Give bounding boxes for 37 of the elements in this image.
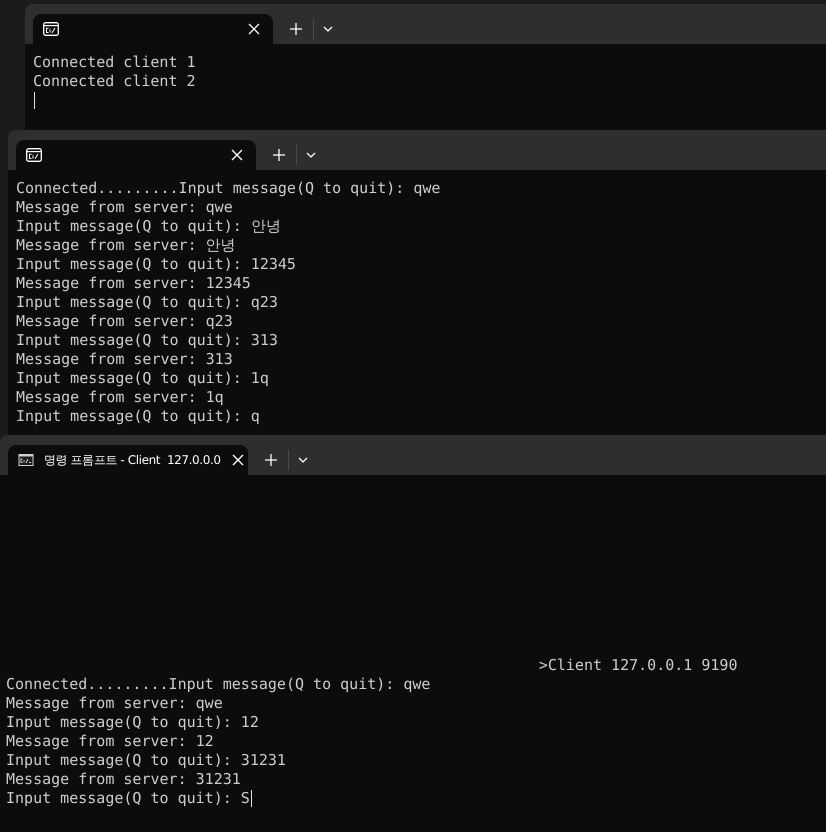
- terminal-line: Message from server: 12345: [16, 274, 251, 293]
- terminal-tab[interactable]: [16, 140, 256, 170]
- terminal-line: Input message(Q to quit): q: [16, 407, 260, 426]
- terminal-line: Input message(Q to quit): q23: [16, 293, 278, 312]
- terminal-line: Message from server: 31231: [6, 770, 241, 789]
- terminal-line: Message from server: q23: [16, 312, 233, 331]
- terminal-line: Connected.........Input message(Q to quit): qwe: [6, 675, 430, 694]
- terminal-line: Connected client 2: [33, 72, 196, 91]
- terminal-line: Input message(Q to quit): 12345: [16, 255, 296, 274]
- terminal-tab[interactable]: 명령 프롬프트 - Client 127.0.0.0: [8, 445, 248, 475]
- terminal-icon: [18, 453, 34, 467]
- terminal-line: Message from server: 안녕: [16, 236, 236, 255]
- terminal-line: Input message(Q to quit): 31231: [6, 751, 286, 770]
- close-icon[interactable]: [247, 22, 261, 36]
- plus-icon[interactable]: [289, 22, 303, 36]
- plus-icon[interactable]: [264, 453, 278, 467]
- terminal-line: Input message(Q to quit): 313: [16, 331, 278, 350]
- terminal-icon: [26, 148, 42, 162]
- terminal-line: Input message(Q to quit): S: [6, 789, 250, 808]
- terminal-line: Message from server: qwe: [6, 694, 223, 713]
- terminal-line: Message from server: 1q: [16, 388, 224, 407]
- terminal-line: Message from server: qwe: [16, 198, 233, 217]
- terminal-line: Connected client 1: [33, 53, 196, 72]
- close-icon[interactable]: [230, 148, 244, 162]
- terminal-line: Input message(Q to quit): 안녕: [16, 217, 281, 236]
- terminal-line: Input message(Q to quit): 1q: [16, 369, 269, 388]
- terminal-line: Message from server: 313: [16, 350, 233, 369]
- text-cursor: [250, 790, 252, 807]
- terminal-line: Message from server: 12: [6, 732, 214, 751]
- terminal-icon: [43, 22, 59, 36]
- close-icon[interactable]: [230, 453, 245, 467]
- plus-icon[interactable]: [272, 148, 286, 162]
- terminal-tab[interactable]: [33, 14, 273, 44]
- terminal-line: >Client 127.0.0.1 9190: [538, 656, 738, 675]
- terminal-line: Input message(Q to quit): 12: [6, 713, 259, 732]
- text-cursor: [34, 92, 35, 109]
- terminal-line: Connected.........Input message(Q to quit): qwe: [16, 179, 440, 198]
